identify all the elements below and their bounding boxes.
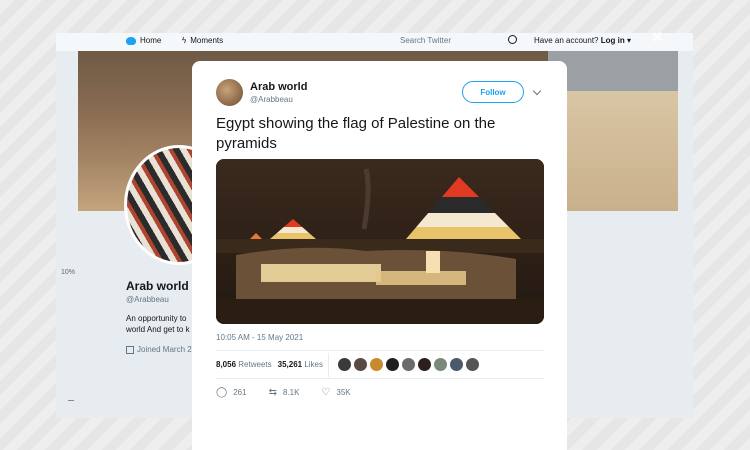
profile-joined: Joined March 2 [126,345,192,354]
tweet-media-image[interactable] [216,159,544,324]
liker-avatar[interactable] [338,358,351,371]
retweets-stat[interactable]: 8,056 Retweets [216,360,272,369]
tweet-stats: 8,056 Retweets 35,261 Likes [216,360,323,369]
liker-avatar[interactable] [450,358,463,371]
nav-home-label: Home [140,36,162,45]
retweet-icon: ⇆ [268,387,277,398]
liker-avatar[interactable] [402,358,415,371]
retweet-count: 8.1K [282,388,300,397]
profile-handle[interactable]: @Arabbeau [126,295,169,304]
like-count: 35K [336,388,351,397]
reply-icon: ◯ [216,387,228,398]
joined-date: Joined March 2 [137,345,192,354]
ruler-tick [68,400,74,401]
account-prompt: Have an account? [534,36,599,45]
profile-bio-line: world And get to k [126,325,190,334]
nav-moments[interactable]: ϟ Moments [182,36,223,45]
divider [216,350,544,351]
nav-moments-label: Moments [190,36,224,45]
likes-stat[interactable]: 35,261 Likes [278,360,323,369]
heart-icon: ♡ [321,387,331,398]
liker-avatars [338,358,479,371]
liker-avatar[interactable] [354,358,367,371]
retweet-button[interactable]: ⇆ 8.1K [269,387,300,398]
liker-avatar[interactable] [418,358,431,371]
banner-sky [548,51,678,91]
caret-down-icon: ▾ [626,36,631,45]
stats-divider [328,353,329,377]
chevron-down-icon[interactable] [532,86,542,96]
pyramids-photo [216,159,544,324]
divider [216,378,544,379]
account-area: Have an account? Log in ▾ [534,36,631,45]
author-avatar[interactable] [216,79,243,106]
lightning-icon: ϟ [182,36,187,45]
retweets-label: Retweets [238,360,272,369]
author-handle[interactable]: @Arabbeau [250,95,293,104]
search-icon[interactable] [508,35,517,44]
follow-button[interactable]: Follow [462,81,524,103]
tweet-actions: ◯ 261 ⇆ 8.1K ♡ 35K [216,387,351,398]
calendar-icon [126,345,134,354]
banner-ground [548,91,678,211]
ruler-tick [124,149,130,150]
zoom-label: 10% [61,269,76,276]
author-name[interactable]: Arab world [250,81,307,93]
search-input[interactable]: Search Twitter [400,36,451,45]
tweet-timestamp[interactable]: 10:05 AM - 15 May 2021 [216,333,303,342]
likes-count: 35,261 [277,360,303,369]
nav-home[interactable]: Home [126,36,161,45]
login-link[interactable]: Log in [601,36,625,45]
liker-avatar[interactable] [386,358,399,371]
top-navigation-bar: Home ϟ Moments Search Twitter Have an ac… [56,33,693,51]
profile-bio-line: An opportunity to [126,314,187,323]
like-button[interactable]: ♡ 35K [321,387,350,398]
liker-avatar[interactable] [370,358,383,371]
profile-bio: An opportunity to world And get to k [126,313,196,335]
tweet-modal: Arab world @Arabbeau Follow Egypt showin… [192,61,567,450]
likes-label: Likes [304,360,324,369]
liker-avatar[interactable] [434,358,447,371]
retweets-count: 8,056 [216,360,237,369]
tweet-text: Egypt showing the flag of Palestine on t… [216,115,496,152]
reply-button[interactable]: ◯ 261 [216,387,247,398]
twitter-bird-icon [126,36,136,45]
reply-count: 261 [233,388,247,397]
liker-avatar[interactable] [466,358,479,371]
profile-name[interactable]: Arab world [126,279,189,293]
close-icon[interactable]: × [652,27,663,48]
